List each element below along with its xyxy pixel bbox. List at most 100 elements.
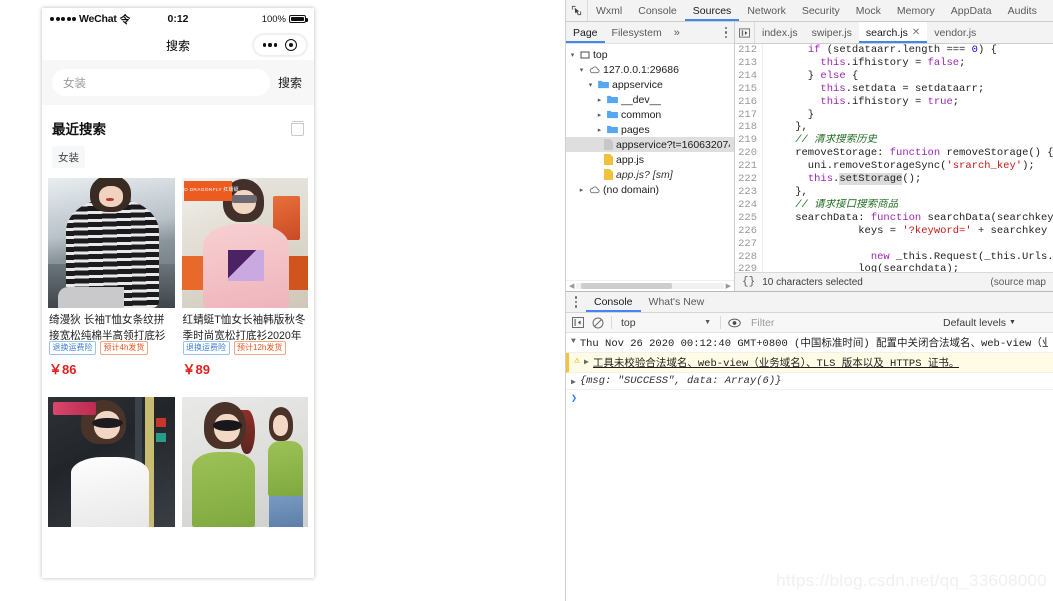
tab-audits[interactable]: Audits [1000,0,1045,21]
navigator-horizontal-scrollbar[interactable]: ◀ ▶ [566,280,734,291]
console-message-info[interactable]: ▼ Thu Nov 26 2020 00:12:40 GMT+0800 (中国标… [566,333,1053,353]
tree-node-top[interactable]: ▾ top [566,47,734,62]
tree-node-no-domain[interactable]: ▸ (no domain) [566,182,734,197]
editor-tab-index-js[interactable]: index.js [755,22,805,43]
product-image[interactable] [48,178,175,308]
product-image[interactable] [48,397,175,527]
tab-sensors[interactable]: Sens [1045,0,1053,21]
twisty-icon[interactable]: ▸ [577,186,586,194]
live-expression-icon[interactable] [727,316,741,330]
signal-strength-icon [50,17,76,21]
tree-node-dev[interactable]: ▸ __dev__ [566,92,734,107]
console-level-selector[interactable]: Default levels ▼ [943,317,1016,329]
console-prompt[interactable]: ❯ [566,390,1053,408]
tab-mock[interactable]: Mock [848,0,889,21]
twisty-icon[interactable]: ▸ [595,96,604,104]
code-text: this.ifhistory = false; [763,57,965,70]
twisty-icon[interactable]: ▸ [595,111,604,119]
scroll-left-arrow-icon[interactable]: ◀ [569,282,574,290]
tab-network[interactable]: Network [739,0,794,21]
show-navigator-icon[interactable] [735,22,755,43]
console-message-link[interactable]: 工具未校验合法域名、web-view（业务域名）、TLS 版本以及 HTTPS … [593,358,959,370]
line-number: 227 [735,238,763,251]
tree-node-common[interactable]: ▸ common [566,107,734,122]
code-text: removeStorage: function removeStorage() … [763,147,1053,160]
console-message-text: {msg: "SUCCESS", data: Array(6)} [580,375,782,387]
twisty-icon[interactable]: ▾ [568,51,577,59]
tree-node-appservice[interactable]: ▾ appservice [566,77,734,92]
twisty-icon[interactable]: ▾ [586,81,595,89]
product-card[interactable] [48,397,175,527]
clear-console-icon[interactable] [591,316,605,330]
line-number: 217 [735,109,763,122]
tree-node-label: appservice?t=160632074960 [616,139,730,151]
twisty-icon[interactable]: ▾ [577,66,586,74]
tree-node-label: 127.0.0.1:29686 [603,64,679,76]
tree-node-appservice-bundle[interactable]: appservice?t=160632074960 [566,137,734,152]
tab-console[interactable]: Console [630,0,685,21]
code-text: uni.removeStorageSync('srarch_key'); [763,160,1035,173]
close-icon[interactable]: ✕ [912,27,920,38]
search-input[interactable]: 女装 [52,69,270,96]
expand-twisty-icon[interactable]: ▼ [571,335,576,346]
product-card[interactable] [182,397,309,527]
wechat-capsule-button[interactable] [253,34,307,56]
code-line: 226 keys = '?keyword=' + searchkey + '&'… [735,225,1053,238]
console-message-object[interactable]: ▶ {msg: "SUCCESS", data: Array(6)} [566,373,1053,390]
tree-node-pages[interactable]: ▸ pages [566,122,734,137]
scrollbar-track[interactable] [576,283,723,289]
pretty-print-button[interactable]: {} [742,276,755,288]
navigator-tab-filesystem[interactable]: Filesystem [605,22,669,43]
tree-node-origin[interactable]: ▾ 127.0.0.1:29686 [566,62,734,77]
product-image[interactable] [182,397,309,527]
editor-tab-vendor-js[interactable]: vendor.js [927,22,983,43]
kebab-menu-icon[interactable] [566,292,586,312]
expand-twisty-icon[interactable]: ▶ [571,375,576,387]
code-viewer[interactable]: 212 if (setdataarr.length === 0) { 213 t… [735,44,1053,272]
tab-sources[interactable]: Sources [685,0,740,21]
tree-node-app-js-sourcemap[interactable]: app.js? [sm] [566,167,734,182]
console-message-warning[interactable]: ⚠ ▶ 工具未校验合法域名、web-view（业务域名）、TLS 版本以及 HT… [566,353,1053,373]
scrollbar-thumb[interactable] [581,283,672,289]
prompt-chevron-icon: ❯ [571,393,577,405]
search-tag[interactable]: 女装 [52,146,85,168]
scroll-right-arrow-icon[interactable]: ▶ [726,282,731,290]
console-message-text: Thu Nov 26 2020 00:12:40 GMT+0800 (中国标准时… [580,335,1048,350]
product-card[interactable]: RED DRAGONFLY 红蜻蜓 红蜻蜓T恤女长袖韩版秋冬季时尚宽松打底衫20… [182,178,309,383]
expand-twisty-icon[interactable]: ▶ [584,355,589,367]
file-gray-icon [604,139,613,150]
battery-icon [289,15,306,24]
recent-search-header: 最近搜索 [42,105,314,144]
tab-wxml[interactable]: Wxml [588,0,630,21]
kebab-menu-icon[interactable] [718,22,734,43]
product-card[interactable]: 绮漫狄 长袖T恤女条纹拼接宽松纯棉半高领打底衫女202... 退换运费险 预计4… [48,178,175,383]
tab-memory[interactable]: Memory [889,0,943,21]
trash-icon[interactable] [291,121,304,136]
search-submit-button[interactable]: 搜索 [276,74,304,91]
chevron-down-icon[interactable]: ▼ [704,319,711,326]
chevron-down-icon[interactable]: ▼ [1009,319,1016,326]
console-filter-input[interactable]: Filter [747,317,937,329]
editor-tab-search-js[interactable]: search.js ✕ [859,22,927,43]
editor-tab-swiper-js[interactable]: swiper.js [805,22,859,43]
target-icon[interactable] [285,39,297,51]
tree-node-app-js[interactable]: app.js [566,152,734,167]
tab-appdata[interactable]: AppData [943,0,1000,21]
product-image[interactable]: RED DRAGONFLY 红蜻蜓 [182,178,309,308]
twisty-icon[interactable]: ▸ [595,126,604,134]
product-price: ￥86 [48,358,175,383]
navigator-tab-page[interactable]: Page [566,22,605,43]
console-drawer: Console What's New top ▼ Filter Default … [566,291,1053,601]
console-sidebar-icon[interactable] [571,316,585,330]
product-badges: 退换运费险 预计4h发货 [48,340,175,358]
code-text: new _this.Request(_this.Urls.m().searchu [763,251,1053,264]
console-context-selector[interactable]: top ▼ [618,317,714,329]
code-text [763,238,776,251]
line-number: 218 [735,121,763,134]
drawer-tab-whats-new[interactable]: What's New [641,292,713,312]
more-dots-icon[interactable] [263,43,277,46]
inspect-cursor-icon[interactable] [566,0,588,21]
drawer-tab-console[interactable]: Console [586,292,641,312]
chevron-more-icon[interactable]: » [669,22,685,43]
tab-security[interactable]: Security [794,0,848,21]
